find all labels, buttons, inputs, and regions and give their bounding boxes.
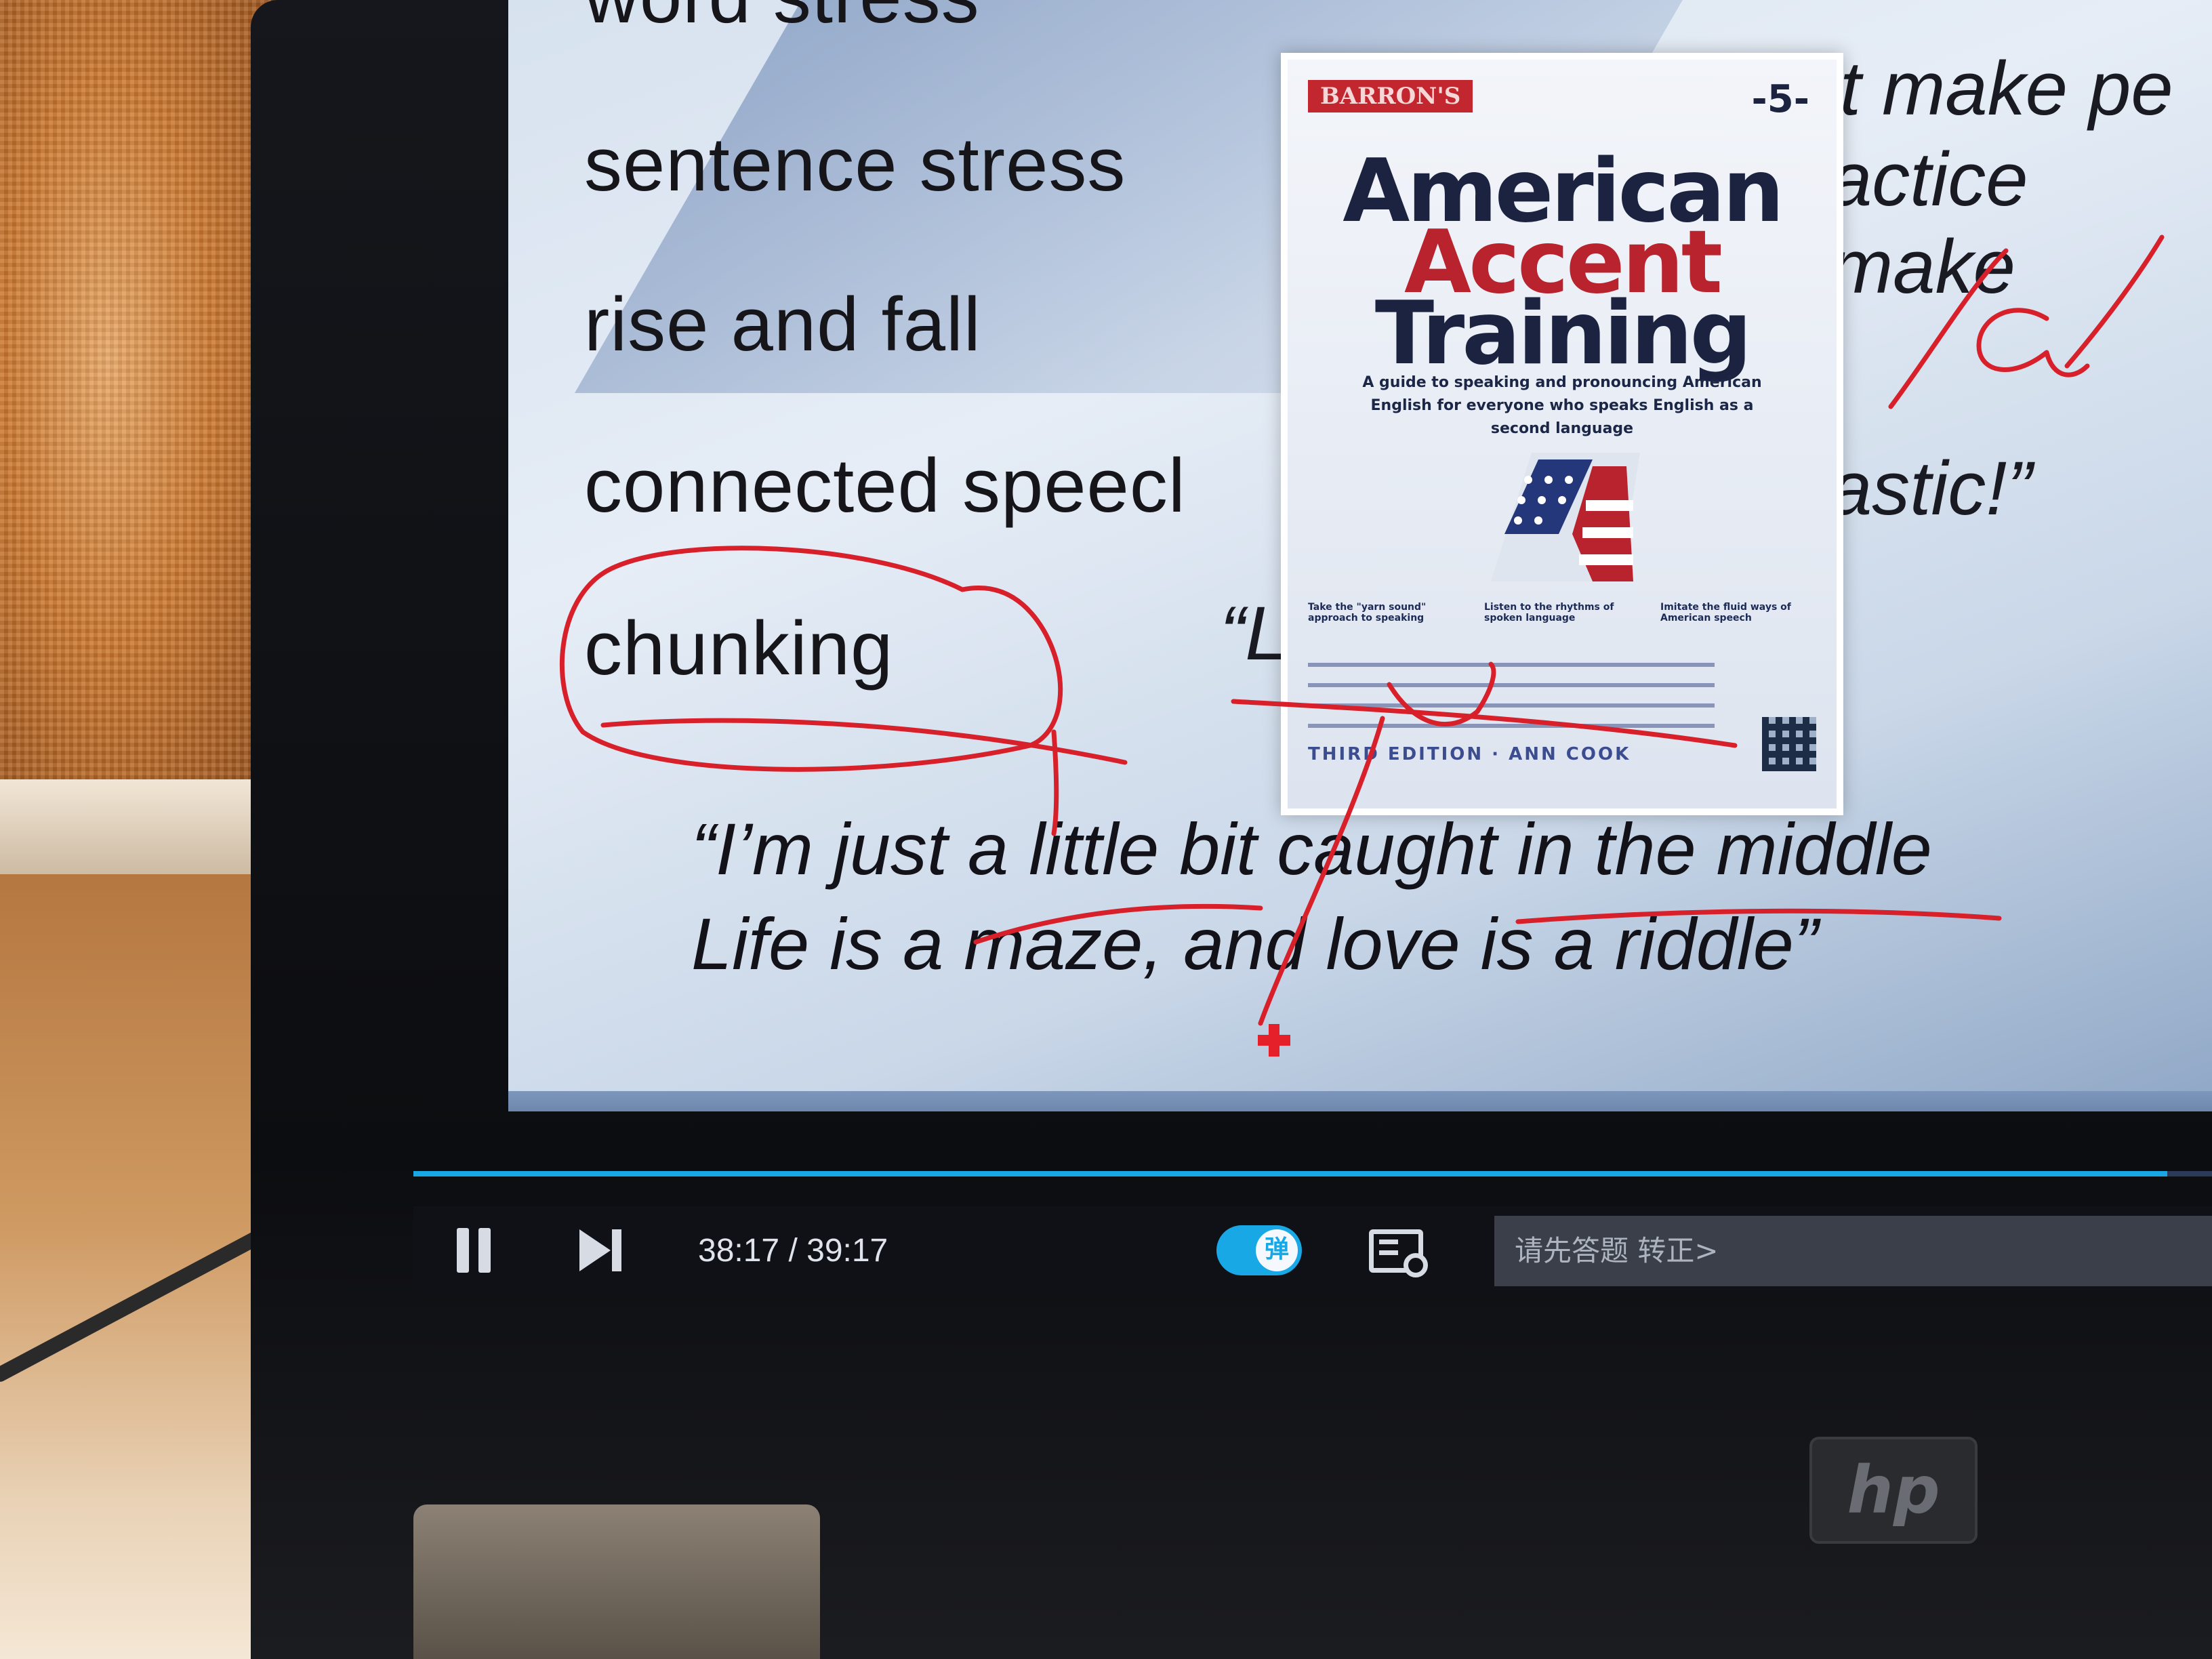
book-bullet: Take the "yarn sound" approach to speaki… [1308,602,1427,623]
player-controls: 38:17 / 39:17 弹 请先答题 转正> [413,1206,2212,1294]
fragment-make-perfect: ’t make pe [1823,46,2173,131]
term-word-stress: word stress [584,0,980,40]
lyrics-line-1: “I’m just a little bit caught in the mid… [691,808,1932,890]
hp-logo: hp [1809,1437,1978,1544]
fragment-practice-makes: actice make [1830,137,2028,309]
time-display: 38:17 / 39:17 [698,1233,888,1269]
book-bullets: Take the "yarn sound" approach to speaki… [1308,602,1816,623]
book-footer: THIRD EDITION · ANN COOK [1308,744,1631,764]
book-edition-mark: -5- [1751,77,1809,121]
book-bullet: Listen to the rhythms of spoken language [1484,602,1614,623]
lyrics-line-2: Life is a maze, and love is a riddle” [691,903,1818,985]
book-publisher-label: BARRON'S [1308,80,1473,112]
book-qr-code [1762,717,1816,771]
fragment-quote-open: “L [1220,591,1288,676]
book-subtitle: A guide to speaking and pronouncing Amer… [1362,374,1762,437]
fragment-fantastic: astic!” [1830,446,2032,531]
next-icon[interactable] [579,1229,624,1271]
book-bullet: Imitate the fluid ways of American speec… [1660,602,1791,623]
book-title-line-3: Training [1374,283,1752,384]
book-body-text [1308,663,1715,744]
lamp-base [0,779,271,874]
term-sentence-stress: sentence stress [584,122,1126,207]
pause-icon[interactable] [454,1228,495,1273]
term-chunking: chunking [584,606,894,691]
danmaku-input[interactable]: 请先答题 转正> [1494,1216,2212,1286]
term-connected-speech: connected speecl [584,443,1186,528]
hinge [413,1504,820,1659]
lamp-shade [0,0,271,800]
danmaku-settings-icon[interactable] [1369,1229,1428,1277]
term-rise-and-fall: rise and fall [584,282,981,367]
progress-bar[interactable] [413,1171,2212,1176]
table-surface [0,874,285,1659]
progress-fill [413,1171,2167,1176]
slide-bottom-band [508,1091,2212,1111]
danmaku-toggle-knob: 弹 [1256,1229,1298,1271]
book-flag-letter-logo [1491,453,1640,581]
book-cover: BARRON'S -5- American Accent Training A … [1281,53,1843,815]
danmaku-toggle[interactable]: 弹 [1216,1225,1302,1275]
